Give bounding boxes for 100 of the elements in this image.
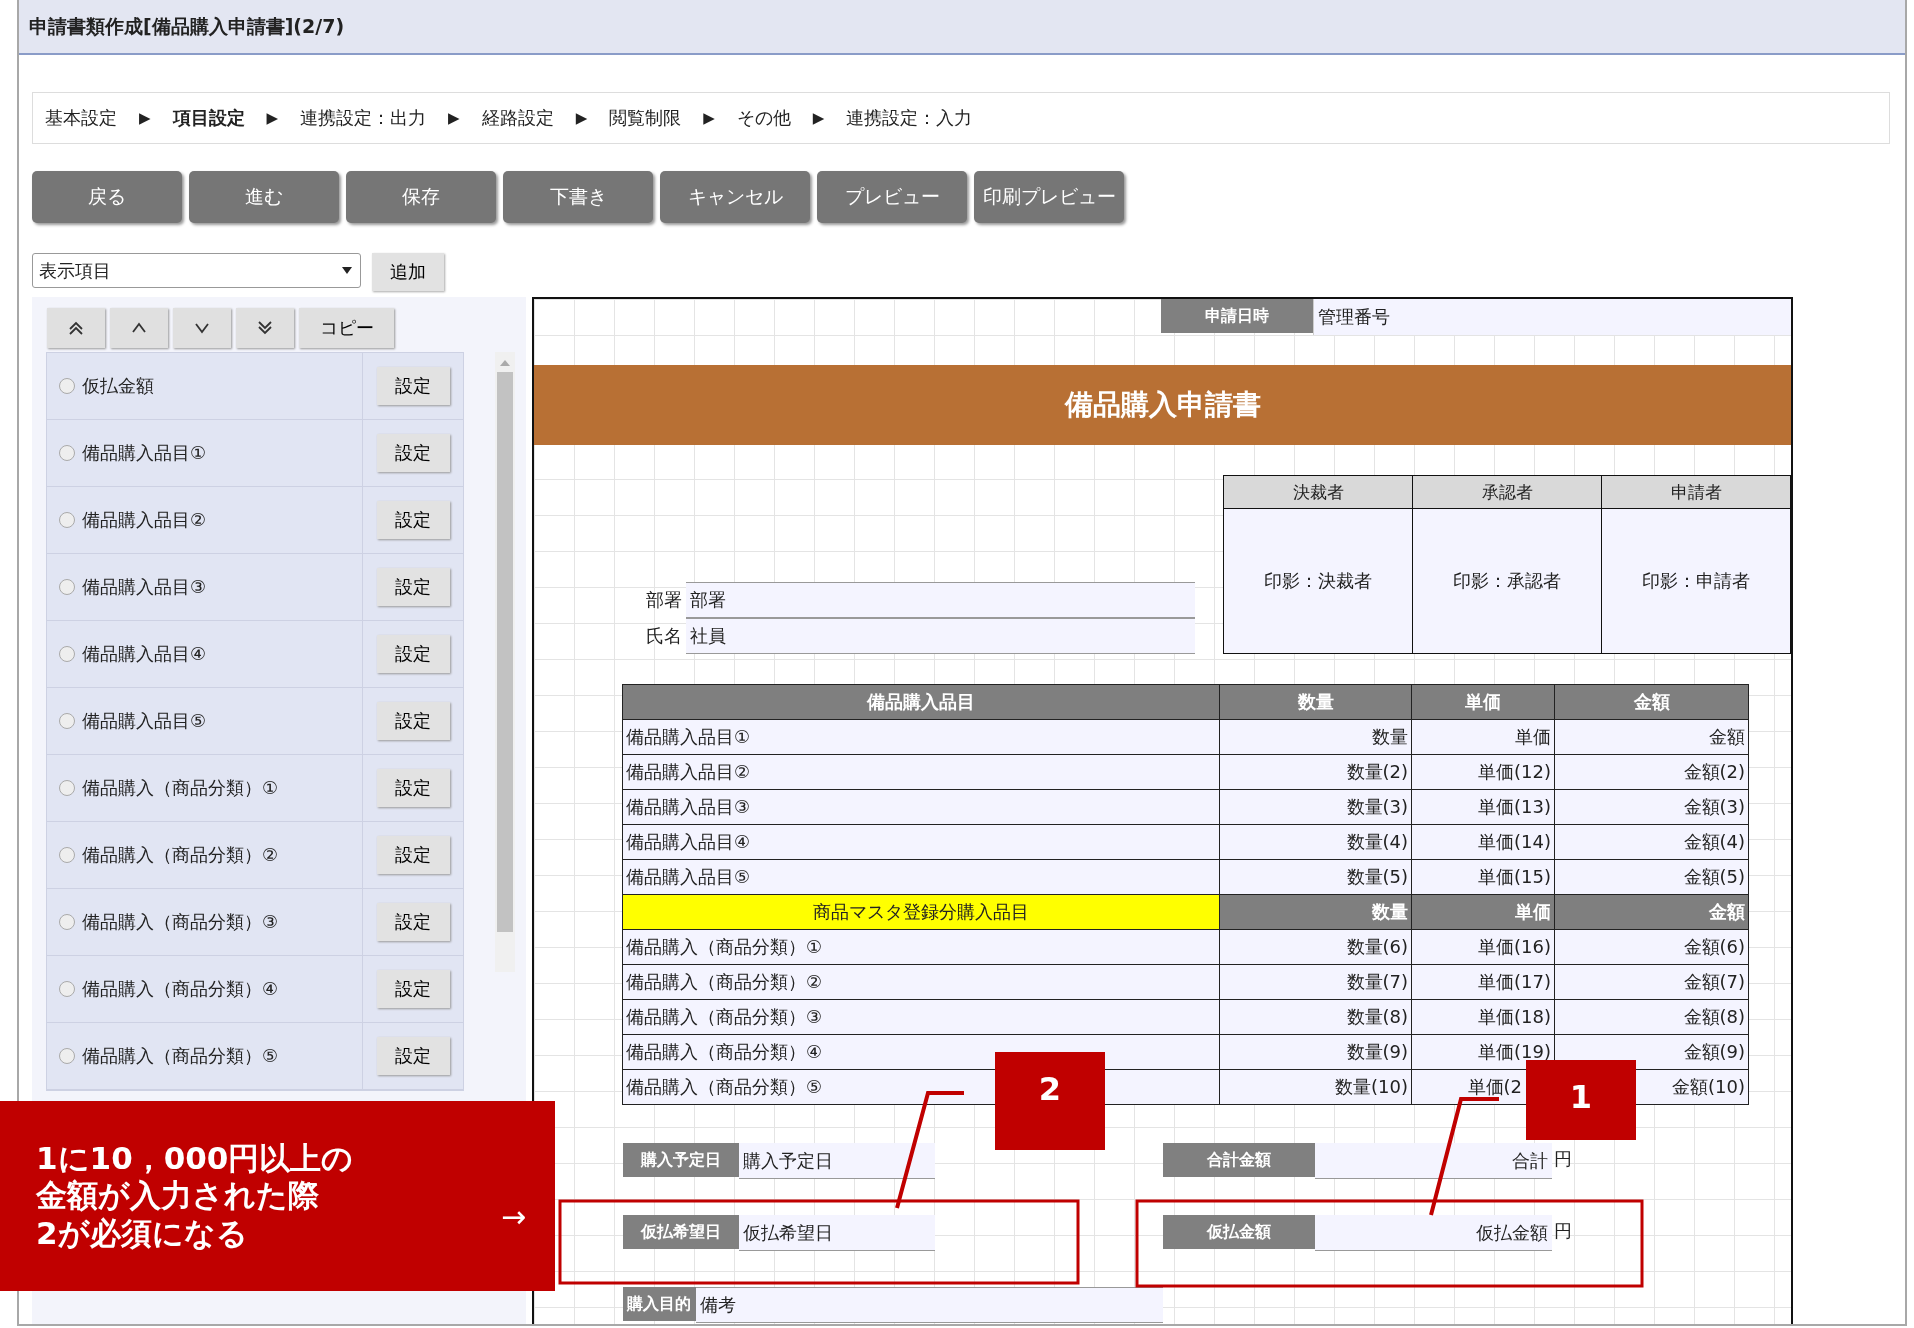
table-cell: 備品購入品目① bbox=[622, 719, 1220, 755]
radio-button[interactable] bbox=[59, 713, 75, 729]
table-header: 金額 bbox=[1554, 894, 1749, 930]
table-cell: 金額(6) bbox=[1554, 929, 1749, 965]
table-cell: 単価(12) bbox=[1411, 754, 1555, 790]
list-item[interactable]: 備品購入（商品分類）④ 設定 bbox=[47, 956, 463, 1023]
number-field[interactable]: 管理番号 bbox=[1312, 299, 1791, 335]
radio-button[interactable] bbox=[59, 914, 75, 930]
step-link[interactable]: 閲覧制限 bbox=[609, 106, 682, 130]
list-item[interactable]: 備品購入品目① 設定 bbox=[47, 420, 463, 487]
radio-button[interactable] bbox=[59, 512, 75, 528]
settings-button[interactable]: 設定 bbox=[376, 769, 450, 807]
list-item[interactable]: 備品購入品目③ 設定 bbox=[47, 554, 463, 621]
step-link[interactable]: 連携設定：出力 bbox=[300, 106, 427, 130]
toolbar-button[interactable]: プレビュー bbox=[817, 171, 967, 223]
radio-button[interactable] bbox=[59, 981, 75, 997]
settings-button[interactable]: 設定 bbox=[376, 1037, 450, 1075]
settings-button[interactable]: 設定 bbox=[376, 702, 450, 740]
table-cell: 金額(2) bbox=[1554, 754, 1749, 790]
amount-field[interactable]: 合計 bbox=[1315, 1143, 1552, 1179]
settings-button[interactable]: 設定 bbox=[376, 434, 450, 472]
step-arrow: ▶ bbox=[703, 109, 715, 127]
settings-button[interactable]: 設定 bbox=[376, 970, 450, 1008]
step-link[interactable]: 基本設定 bbox=[45, 106, 117, 130]
item-select[interactable]: 表示項目 bbox=[32, 253, 361, 288]
text-field[interactable]: 備考 bbox=[695, 1287, 1163, 1323]
toolbar-button[interactable]: 下書き bbox=[503, 171, 653, 223]
stamp-cell: 印影：申請者 bbox=[1601, 508, 1791, 654]
table-cell: 備品購入（商品分類）② bbox=[622, 964, 1220, 1000]
table-cell: 数量(6) bbox=[1219, 929, 1412, 965]
table-cell: 数量(9) bbox=[1219, 1034, 1412, 1070]
list-item[interactable]: 仮払金額 設定 bbox=[47, 353, 463, 420]
table-header: 単価 bbox=[1411, 684, 1555, 720]
text-field[interactable]: 仮払希望日 bbox=[739, 1215, 935, 1251]
table-header: 承認者 bbox=[1412, 475, 1602, 509]
radio-button[interactable] bbox=[59, 646, 75, 662]
list-item[interactable]: 備品購入（商品分類）② 設定 bbox=[47, 822, 463, 889]
table-cell: 単価(14) bbox=[1411, 824, 1555, 860]
settings-button[interactable]: 設定 bbox=[376, 903, 450, 941]
unit-label: 円 bbox=[1553, 1219, 1572, 1243]
table-cell: 金額(8) bbox=[1554, 999, 1749, 1035]
step-link[interactable]: その他 bbox=[736, 106, 791, 130]
step-arrow: ▶ bbox=[812, 109, 825, 127]
move-button[interactable] bbox=[236, 308, 294, 348]
toolbar-button[interactable]: キャンセル bbox=[660, 171, 810, 223]
toolbar-button[interactable]: 印刷プレビュー bbox=[974, 171, 1124, 223]
text-field[interactable]: 社員 bbox=[686, 618, 1195, 654]
list-item[interactable]: 備品購入品目④ 設定 bbox=[47, 621, 463, 688]
radio-button[interactable] bbox=[59, 847, 75, 863]
table-cell: 数量(4) bbox=[1219, 824, 1412, 860]
list-item[interactable]: 備品購入品目⑤ 設定 bbox=[47, 688, 463, 755]
item-label: 備品購入品目④ bbox=[82, 642, 207, 666]
field-label: 購入目的 bbox=[623, 1287, 696, 1321]
caret-icon bbox=[342, 267, 352, 274]
step-link[interactable]: 連携設定：入力 bbox=[846, 106, 973, 130]
table-cell: 数量(10) bbox=[1219, 1069, 1412, 1105]
text-field[interactable]: 部署 bbox=[686, 582, 1195, 618]
settings-button[interactable]: 設定 bbox=[376, 836, 450, 874]
radio-button[interactable] bbox=[59, 445, 75, 461]
field-label: 購入予定日 bbox=[623, 1143, 739, 1177]
radio-button[interactable] bbox=[59, 1048, 75, 1064]
toolbar-button[interactable]: 戻る bbox=[32, 171, 182, 223]
list-item[interactable]: 備品購入品目② 設定 bbox=[47, 487, 463, 554]
list-item[interactable]: 備品購入（商品分類）⑤ 設定 bbox=[47, 1023, 463, 1090]
move-button[interactable] bbox=[47, 308, 105, 348]
number-badge: 2 bbox=[995, 1052, 1105, 1150]
item-label: 備品購入（商品分類）② bbox=[82, 843, 279, 867]
table-cell: 数量(7) bbox=[1219, 964, 1412, 1000]
text-field[interactable]: 購入予定日 bbox=[739, 1143, 935, 1179]
list-item[interactable]: 備品購入（商品分類）③ 設定 bbox=[47, 889, 463, 956]
radio-button[interactable] bbox=[59, 378, 75, 394]
window-title: 申請書類作成[備品購入申請書](2/7) bbox=[29, 13, 345, 39]
add-button[interactable]: 追加 bbox=[372, 253, 444, 291]
toolbar-button[interactable]: 保存 bbox=[346, 171, 496, 223]
table-cell: 数量(2) bbox=[1219, 754, 1412, 790]
settings-button[interactable]: 設定 bbox=[376, 635, 450, 673]
scrollbar[interactable] bbox=[495, 352, 515, 972]
table-header: 数量 bbox=[1219, 684, 1412, 720]
step-arrow: ▶ bbox=[139, 109, 151, 127]
copy-button[interactable]: コピー bbox=[299, 308, 394, 348]
table-cell: 数量(5) bbox=[1219, 859, 1412, 895]
callout-text: 1に10，000円以上の bbox=[36, 1140, 354, 1178]
item-label: 備品購入（商品分類）⑤ bbox=[82, 1044, 279, 1068]
settings-button[interactable]: 設定 bbox=[376, 568, 450, 606]
field-label: 申請日時 bbox=[1161, 299, 1313, 333]
table-cell: 数量(3) bbox=[1219, 789, 1412, 825]
step-link[interactable]: 項目設定 bbox=[172, 106, 245, 130]
item-label: 備品購入（商品分類）④ bbox=[82, 977, 279, 1001]
step-link[interactable]: 経路設定 bbox=[481, 106, 554, 130]
toolbar-button[interactable]: 進む bbox=[189, 171, 339, 223]
form-title: 備品購入申請書 bbox=[1064, 387, 1261, 423]
callout-arrow: → bbox=[501, 1198, 527, 1234]
amount-field[interactable]: 仮払金額 bbox=[1315, 1215, 1552, 1251]
radio-button[interactable] bbox=[59, 579, 75, 595]
list-item[interactable]: 備品購入（商品分類）① 設定 bbox=[47, 755, 463, 822]
settings-button[interactable]: 設定 bbox=[376, 367, 450, 405]
radio-button[interactable] bbox=[59, 780, 75, 796]
settings-button[interactable]: 設定 bbox=[376, 501, 450, 539]
scroll-thumb[interactable] bbox=[497, 372, 513, 932]
item-label: 備品購入品目① bbox=[82, 441, 207, 465]
